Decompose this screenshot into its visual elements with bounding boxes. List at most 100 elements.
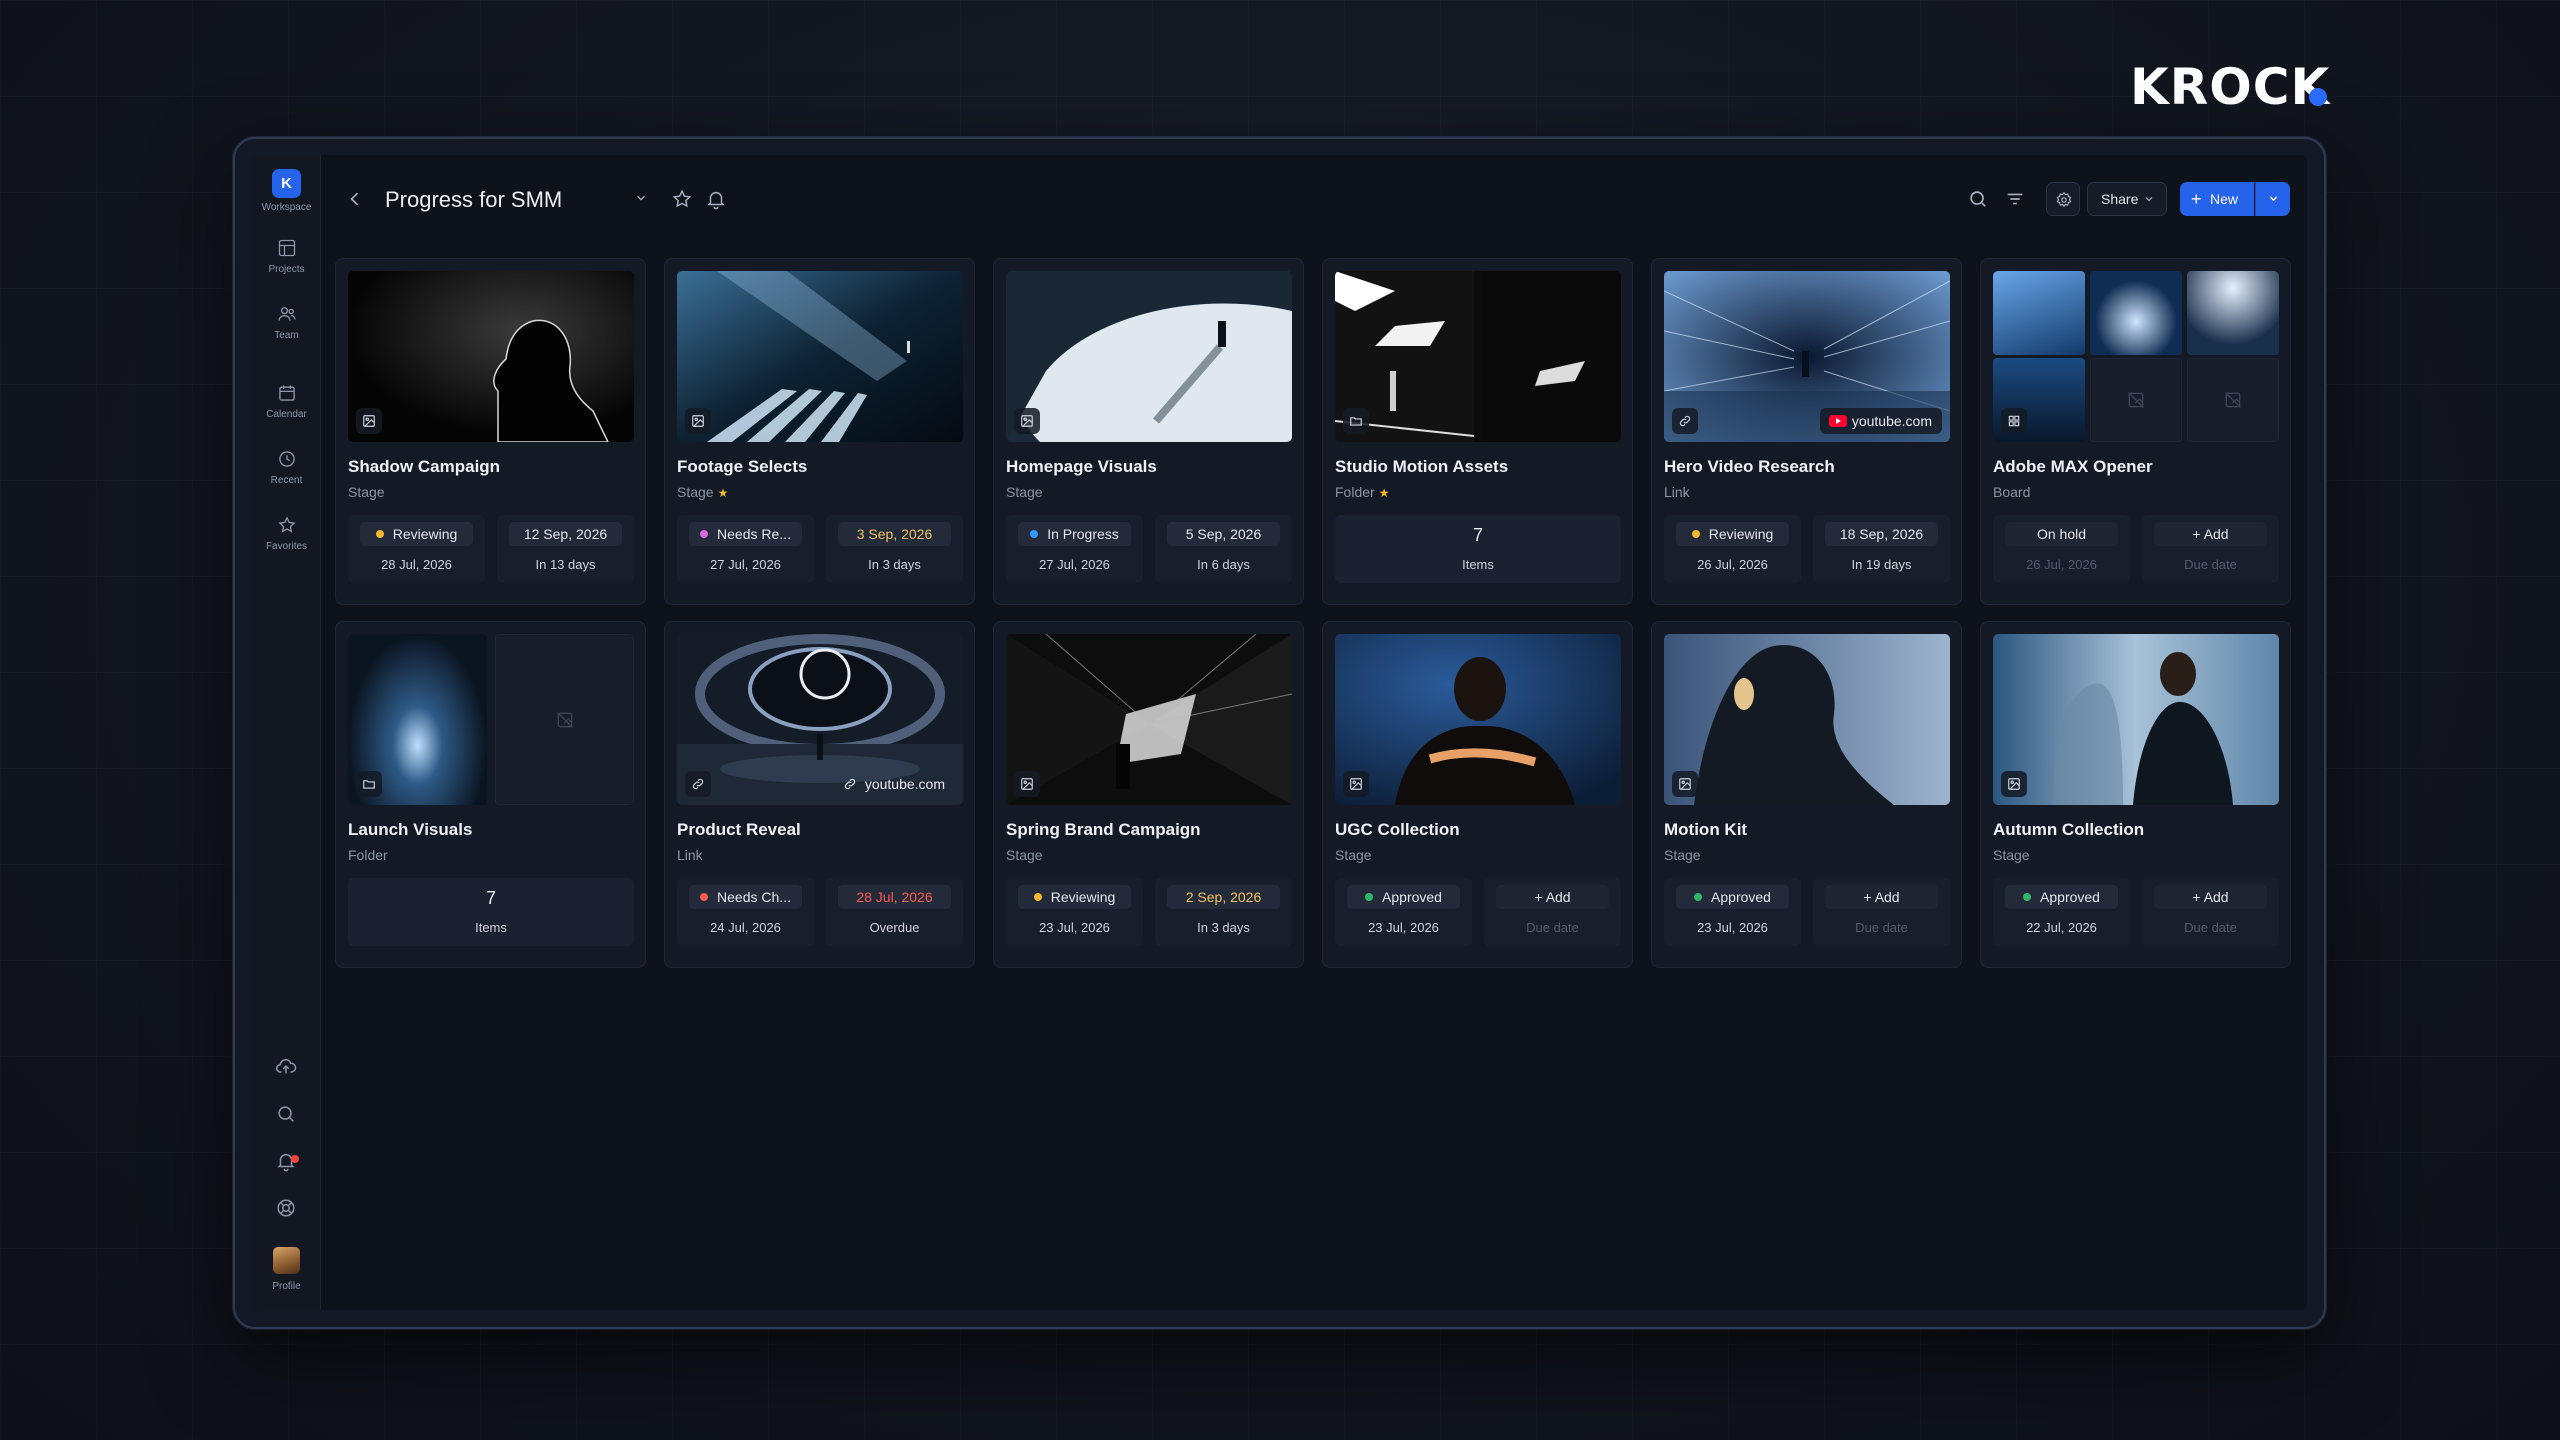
status-badge[interactable]: On hold (2005, 522, 2118, 546)
avatar[interactable] (273, 1247, 300, 1274)
card-title[interactable]: Motion Kit (1664, 820, 1747, 840)
status-box[interactable]: Approved 22 Jul, 2026 (1993, 878, 2130, 946)
card-thumbnail[interactable] (1335, 271, 1621, 442)
due-box[interactable]: + Add Due date (1813, 878, 1950, 946)
due-box[interactable]: 3 Sep, 2026 In 3 days (826, 515, 963, 583)
card-thumbnail[interactable] (1006, 271, 1292, 442)
asset-card[interactable]: youtube.com Product Reveal Link Needs Ch… (664, 621, 975, 968)
asset-card[interactable]: Shadow Campaign Stage Reviewing 28 Jul, … (335, 258, 646, 605)
status-box[interactable]: Approved 23 Jul, 2026 (1664, 878, 1801, 946)
card-thumbnail[interactable] (1993, 634, 2279, 805)
asset-card[interactable]: Spring Brand Campaign Stage Reviewing 23… (993, 621, 1304, 968)
status-badge[interactable]: Reviewing (1676, 522, 1789, 546)
card-thumbnail[interactable] (1006, 634, 1292, 805)
card-thumbnail[interactable]: youtube.com (1664, 271, 1950, 442)
asset-card[interactable]: Autumn Collection Stage Approved 22 Jul,… (1980, 621, 2291, 968)
due-date-chip[interactable]: 18 Sep, 2026 (1825, 522, 1938, 546)
status-badge[interactable]: Reviewing (360, 522, 473, 546)
card-title[interactable]: Shadow Campaign (348, 457, 500, 477)
new-button[interactable]: + New (2180, 182, 2254, 216)
status-box[interactable]: Needs Ch... 24 Jul, 2026 (677, 878, 814, 946)
settings-button[interactable] (2046, 182, 2080, 216)
due-box[interactable]: 5 Sep, 2026 In 6 days (1155, 515, 1292, 583)
card-title[interactable]: Launch Visuals (348, 820, 472, 840)
due-date-chip[interactable]: 12 Sep, 2026 (509, 522, 622, 546)
card-title[interactable]: Product Reveal (677, 820, 801, 840)
status-box[interactable]: Reviewing 23 Jul, 2026 (1006, 878, 1143, 946)
due-date-chip[interactable]: 2 Sep, 2026 (1167, 885, 1280, 909)
sidebar-item-recent[interactable]: Recent (252, 449, 321, 486)
card-thumbnail[interactable] (1335, 634, 1621, 805)
status-badge[interactable]: Reviewing (1018, 885, 1131, 909)
card-title[interactable]: Spring Brand Campaign (1006, 820, 1201, 840)
star-icon[interactable] (671, 188, 693, 210)
due-date-chip[interactable]: + Add (2154, 885, 2267, 909)
card-thumbnail[interactable] (348, 271, 634, 442)
asset-card[interactable]: Launch Visuals Folder 7 Items (335, 621, 646, 968)
chevron-down-icon[interactable] (634, 191, 648, 205)
new-dropdown-button[interactable] (2255, 182, 2290, 216)
share-button[interactable]: Share (2087, 182, 2167, 216)
status-badge[interactable]: In Progress (1018, 522, 1131, 546)
due-date-chip[interactable]: + Add (1825, 885, 1938, 909)
items-summary[interactable]: 7 Items (348, 878, 634, 946)
source-pill[interactable]: youtube.com (1819, 408, 1942, 434)
due-date-chip[interactable]: 28 Jul, 2026 (838, 885, 951, 909)
source-pill[interactable]: youtube.com (837, 771, 955, 797)
status-box[interactable]: Approved 23 Jul, 2026 (1335, 878, 1472, 946)
status-badge[interactable]: Approved (1676, 885, 1789, 909)
status-badge[interactable]: Needs Ch... (689, 885, 802, 909)
card-thumbnail[interactable] (1993, 271, 2279, 442)
search-icon[interactable] (275, 1103, 297, 1125)
due-date-chip[interactable]: + Add (2154, 522, 2267, 546)
card-title[interactable]: UGC Collection (1335, 820, 1460, 840)
due-date-chip[interactable]: 3 Sep, 2026 (838, 522, 951, 546)
asset-card[interactable]: UGC Collection Stage Approved 23 Jul, 20… (1322, 621, 1633, 968)
sidebar-item-favorites[interactable]: Favorites (252, 515, 321, 552)
chevron-left-icon[interactable] (345, 189, 365, 209)
asset-card[interactable]: Studio Motion Assets Folder ★ 7 Items (1322, 258, 1633, 605)
card-thumbnail[interactable]: youtube.com (677, 634, 963, 805)
asset-card[interactable]: Footage Selects Stage ★ Needs Re... 27 Ju… (664, 258, 975, 605)
sidebar-item-projects[interactable]: Projects (252, 238, 321, 275)
due-box[interactable]: + Add Due date (2142, 515, 2279, 583)
items-summary[interactable]: 7 Items (1335, 515, 1621, 583)
due-box[interactable]: 12 Sep, 2026 In 13 days (497, 515, 634, 583)
asset-card[interactable]: Homepage Visuals Stage In Progress 27 Ju… (993, 258, 1304, 605)
due-box[interactable]: 2 Sep, 2026 In 3 days (1155, 878, 1292, 946)
upload-icon[interactable] (275, 1056, 297, 1078)
status-box[interactable]: Reviewing 26 Jul, 2026 (1664, 515, 1801, 583)
status-badge[interactable]: Approved (2005, 885, 2118, 909)
status-badge[interactable]: Approved (1347, 885, 1460, 909)
card-title[interactable]: Hero Video Research (1664, 457, 1835, 477)
status-box[interactable]: In Progress 27 Jul, 2026 (1006, 515, 1143, 583)
sidebar-item-team[interactable]: Team (252, 304, 321, 341)
asset-card[interactable]: youtube.com Hero Video Research Link Rev… (1651, 258, 1962, 605)
page-title[interactable]: Progress for SMM (385, 187, 562, 213)
workspace-avatar[interactable]: K (272, 169, 301, 198)
card-title[interactable]: Homepage Visuals (1006, 457, 1157, 477)
status-box[interactable]: Needs Re... 27 Jul, 2026 (677, 515, 814, 583)
status-badge[interactable]: Needs Re... (689, 522, 802, 546)
asset-card[interactable]: Motion Kit Stage Approved 23 Jul, 2026 +… (1651, 621, 1962, 968)
bell-icon[interactable] (705, 188, 727, 210)
filter-icon[interactable] (2004, 188, 2026, 210)
sidebar-item-workspace[interactable]: Workspace (252, 202, 321, 213)
due-date-chip[interactable]: 5 Sep, 2026 (1167, 522, 1280, 546)
due-date-chip[interactable]: + Add (1496, 885, 1609, 909)
help-icon[interactable] (275, 1197, 297, 1219)
card-title[interactable]: Studio Motion Assets (1335, 457, 1508, 477)
due-box[interactable]: + Add Due date (1484, 878, 1621, 946)
status-box[interactable]: On hold 26 Jul, 2026 (1993, 515, 2130, 583)
card-title[interactable]: Adobe MAX Opener (1993, 457, 2153, 477)
card-title[interactable]: Footage Selects (677, 457, 807, 477)
due-box[interactable]: + Add Due date (2142, 878, 2279, 946)
card-thumbnail[interactable] (348, 634, 634, 805)
sidebar-item-calendar[interactable]: Calendar (252, 383, 321, 420)
search-icon[interactable] (1967, 188, 1989, 210)
status-box[interactable]: Reviewing 28 Jul, 2026 (348, 515, 485, 583)
card-title[interactable]: Autumn Collection (1993, 820, 2144, 840)
due-box[interactable]: 18 Sep, 2026 In 19 days (1813, 515, 1950, 583)
due-box[interactable]: 28 Jul, 2026 Overdue (826, 878, 963, 946)
asset-card[interactable]: Adobe MAX Opener Board On hold 26 Jul, 2… (1980, 258, 2291, 605)
